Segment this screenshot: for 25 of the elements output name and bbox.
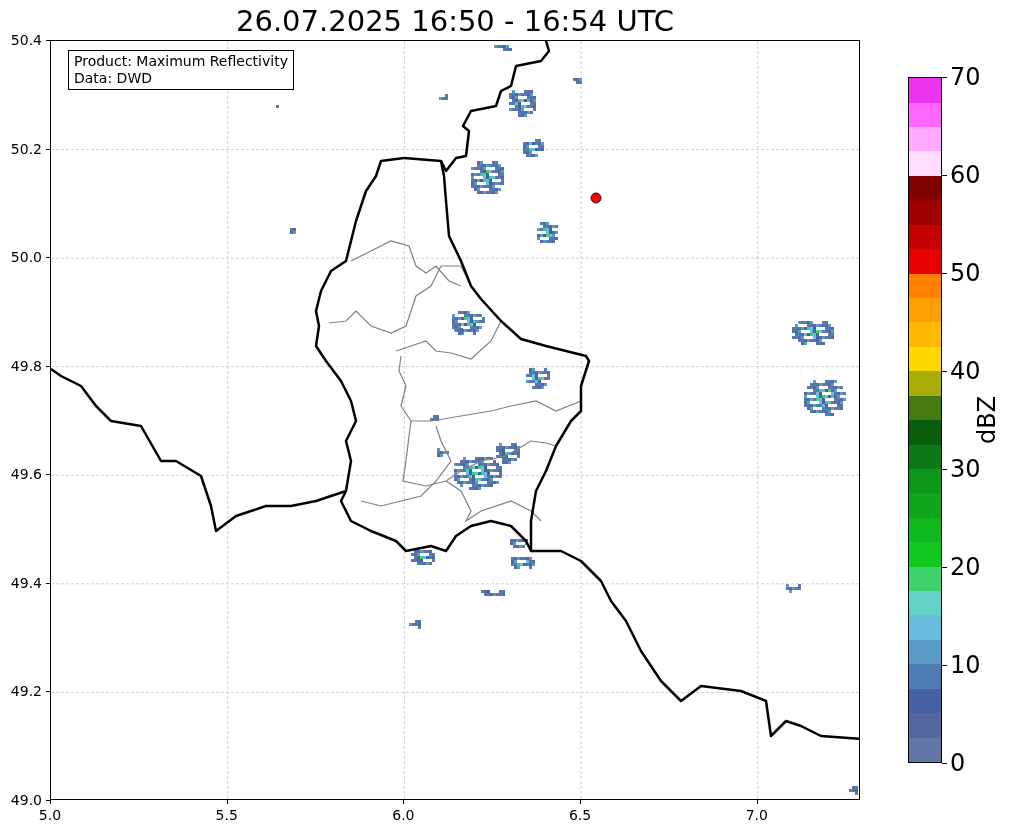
y-tick-label: 50.0 — [10, 249, 42, 266]
y-tick-label: 49.8 — [10, 357, 42, 374]
x-tick-label: 5.0 — [38, 807, 62, 823]
x-tick-label: 5.5 — [215, 807, 238, 823]
colorbar-tick-label: 0 — [950, 749, 966, 777]
colorbar-tick-label: 20 — [950, 553, 981, 581]
location-marker — [590, 192, 602, 204]
y-tick-label: 50.4 — [10, 32, 42, 48]
y-tick-label: 49.2 — [10, 683, 42, 700]
colorbar-tick-label: 70 — [950, 63, 981, 91]
x-tick-label: 6.0 — [392, 807, 415, 823]
colorbar-tick-label: 10 — [950, 651, 981, 679]
x-tick-label: 6.5 — [568, 807, 592, 823]
info-box: Product: Maximum Reflectivity Data: DWD — [68, 50, 294, 90]
y-tick-label: 49.6 — [10, 466, 42, 483]
colorbar-tick-label: 30 — [950, 455, 981, 483]
colorbar-tick-label: 40 — [950, 357, 981, 385]
y-tick-label: 49.4 — [10, 574, 42, 591]
y-tick-label: 50.2 — [10, 140, 42, 157]
colorbar-tick-label: 60 — [950, 161, 981, 189]
y-tick-label: 49.0 — [10, 792, 42, 808]
colorbar-label: dBZ — [973, 395, 1001, 445]
colorbar-tick-label: 50 — [950, 259, 981, 287]
chart-title: 26.07.2025 16:50 - 16:54 UTC — [236, 4, 674, 38]
x-tick-label: 7.0 — [745, 807, 768, 823]
